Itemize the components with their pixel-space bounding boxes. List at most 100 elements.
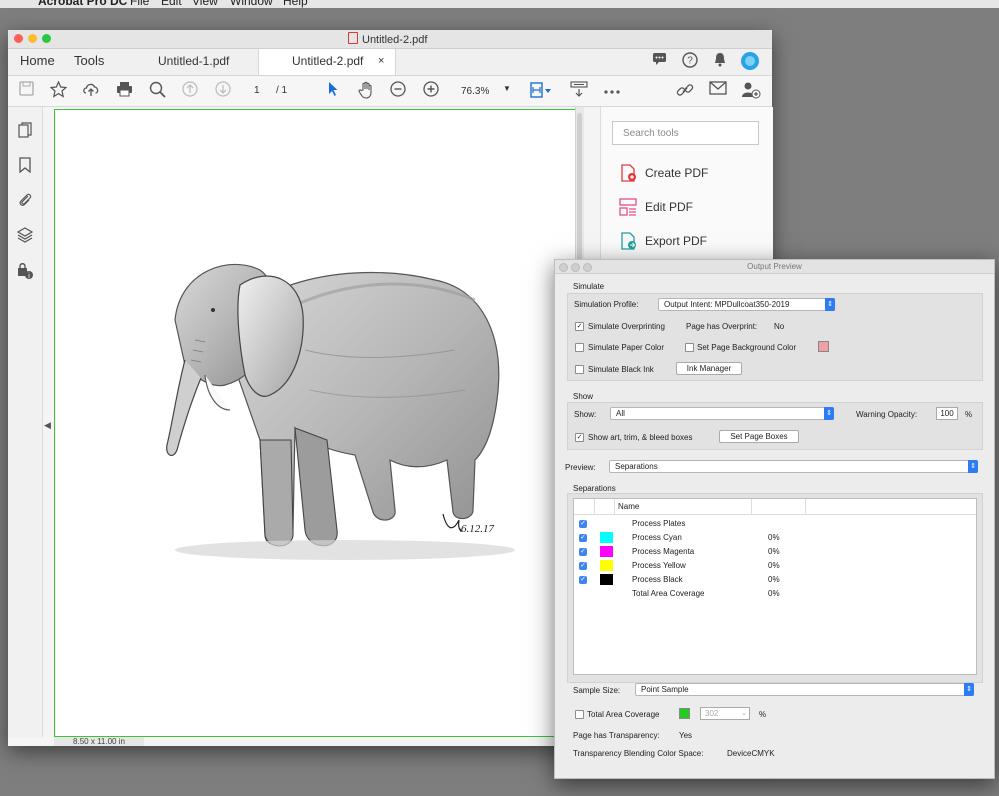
next-page-icon[interactable] [213,81,233,101]
show-group: Show: All ⇕ Warning Opacity: 100 % ✓ Sho… [567,402,983,450]
preview-select[interactable]: Separations ⇕ [609,460,978,473]
collapse-panel-icon[interactable]: ◀ [44,420,51,431]
coverage-color-swatch[interactable] [679,708,690,719]
left-navigation-rail: i [8,107,43,737]
show-label: Show: [574,410,597,419]
save-icon[interactable] [16,81,36,101]
separation-checkbox[interactable]: ✓ [579,520,587,528]
export-pdf-tool[interactable]: Export PDF [619,232,707,254]
separation-row[interactable]: ✓ Process Plates [574,517,976,531]
tab-untitled-1[interactable]: Untitled-1.pdf [158,54,229,68]
magenta-swatch [600,546,613,557]
layers-icon[interactable] [16,227,34,245]
zoom-search-icon[interactable] [147,81,167,101]
show-boxes-checkbox[interactable]: ✓ [575,433,584,442]
menu-window[interactable]: Window [230,0,273,8]
chevron-updown-icon: ⇕ [964,683,974,696]
separation-row[interactable]: ✓ Process Magenta 0% [574,545,976,559]
overprint-value: No [774,322,785,331]
cloud-upload-icon[interactable] [81,81,101,101]
tab-bar: Home Tools Untitled-1.pdf Untitled-2.pdf… [8,49,772,76]
select-arrow-icon[interactable] [323,81,343,101]
attachment-icon[interactable] [16,191,34,209]
total-area-coverage-checkbox[interactable] [575,710,584,719]
page-background-color-swatch[interactable] [818,341,829,352]
add-user-icon[interactable] [741,81,761,101]
app-menu[interactable]: Acrobat Pro DC [38,0,127,8]
tab-tools[interactable]: Tools [74,53,104,68]
hand-tool-icon[interactable] [356,81,376,101]
simulate-section-heading: Simulate [573,282,605,291]
separation-name: Process Cyan [632,533,682,542]
blending-color-space-label: Transparency Blending Color Space: [573,749,704,758]
separation-checkbox[interactable]: ✓ [579,548,587,556]
simulate-group: Simulation Profile: Output Intent: MPDul… [567,293,983,381]
minimize-window-button[interactable] [28,34,37,43]
show-select[interactable]: All ⇕ [610,407,834,420]
separation-percent: 0% [768,547,780,556]
chevron-updown-icon: ⇕ [968,460,978,473]
cyan-swatch [600,532,613,543]
create-pdf-tool[interactable]: Create PDF [619,164,708,186]
avatar[interactable] [740,52,760,72]
separation-row[interactable]: Total Area Coverage 0% [574,587,976,601]
zoom-dropdown[interactable]: 76.3% ▼ [451,82,521,100]
dialog-minimize-button[interactable] [571,263,580,272]
separation-checkbox[interactable]: ✓ [579,562,587,570]
menu-edit[interactable]: Edit [161,0,182,8]
simulation-profile-select[interactable]: Output Intent: MPDullcoat350-2019 ⇕ [658,298,835,311]
print-icon[interactable] [114,81,134,101]
page-size-status: 8.50 x 11.00 in [54,737,144,746]
separation-row[interactable]: ✓ Process Cyan 0% [574,531,976,545]
show-section-heading: Show [573,392,594,401]
help-icon[interactable]: ? [680,52,700,72]
separation-name: Process Yellow [632,561,686,570]
simulate-black-ink-checkbox[interactable] [575,365,584,374]
page-thumbnails-icon[interactable] [16,122,34,140]
simulate-overprinting-checkbox[interactable]: ✓ [575,322,584,331]
separation-checkbox[interactable]: ✓ [579,534,587,542]
bell-icon[interactable] [710,52,730,72]
previous-page-icon[interactable] [180,81,200,101]
set-page-boxes-button[interactable]: Set Page Boxes [719,430,799,443]
dialog-close-button[interactable] [559,263,568,272]
close-window-button[interactable] [14,34,23,43]
zoom-window-button[interactable] [42,34,51,43]
menu-help[interactable]: Help [283,0,308,8]
edit-pdf-tool[interactable]: Edit PDF [619,198,693,220]
fit-page-icon[interactable] [530,81,551,101]
simulate-paper-color-checkbox[interactable] [575,343,584,352]
page-number-input[interactable]: 1 [254,85,260,96]
ink-manager-button[interactable]: Ink Manager [676,362,742,375]
search-tools-input[interactable]: Search tools [612,121,759,145]
close-tab-button[interactable]: × [378,55,384,67]
separation-row[interactable]: ✓ Process Black 0% [574,573,976,587]
document-page[interactable]: 6.12.17 [54,109,578,737]
separations-table-header: Name [574,499,976,515]
email-icon[interactable] [708,81,728,101]
comment-icon[interactable] [649,52,669,72]
header-name-column [614,499,752,514]
tab-home[interactable]: Home [20,53,55,68]
sample-size-value: Point Sample [641,685,689,694]
dialog-zoom-button[interactable] [583,263,592,272]
coverage-value-select[interactable]: 302 ⌄ [700,707,750,720]
star-icon[interactable] [48,80,68,101]
main-toolbar: 1 / 1 76.3% ▼ [8,76,772,107]
menu-file[interactable]: File [130,0,149,8]
document-security-icon[interactable]: i [16,262,34,280]
sample-size-select[interactable]: Point Sample ⇕ [635,683,974,696]
separation-checkbox[interactable]: ✓ [579,576,587,584]
svg-text:?: ? [687,56,693,67]
more-tools-icon[interactable] [602,81,622,101]
bookmark-icon[interactable] [16,157,34,175]
tab-untitled-2[interactable]: Untitled-2.pdf [292,54,363,68]
separation-row[interactable]: ✓ Process Yellow 0% [574,559,976,573]
scroll-mode-icon[interactable] [569,81,589,101]
link-icon[interactable] [675,81,695,101]
zoom-out-icon[interactable] [388,81,408,101]
set-page-background-checkbox[interactable] [685,343,694,352]
zoom-in-icon[interactable] [421,81,441,101]
warning-opacity-input[interactable]: 100 [936,407,958,420]
menu-view[interactable]: View [192,0,218,8]
